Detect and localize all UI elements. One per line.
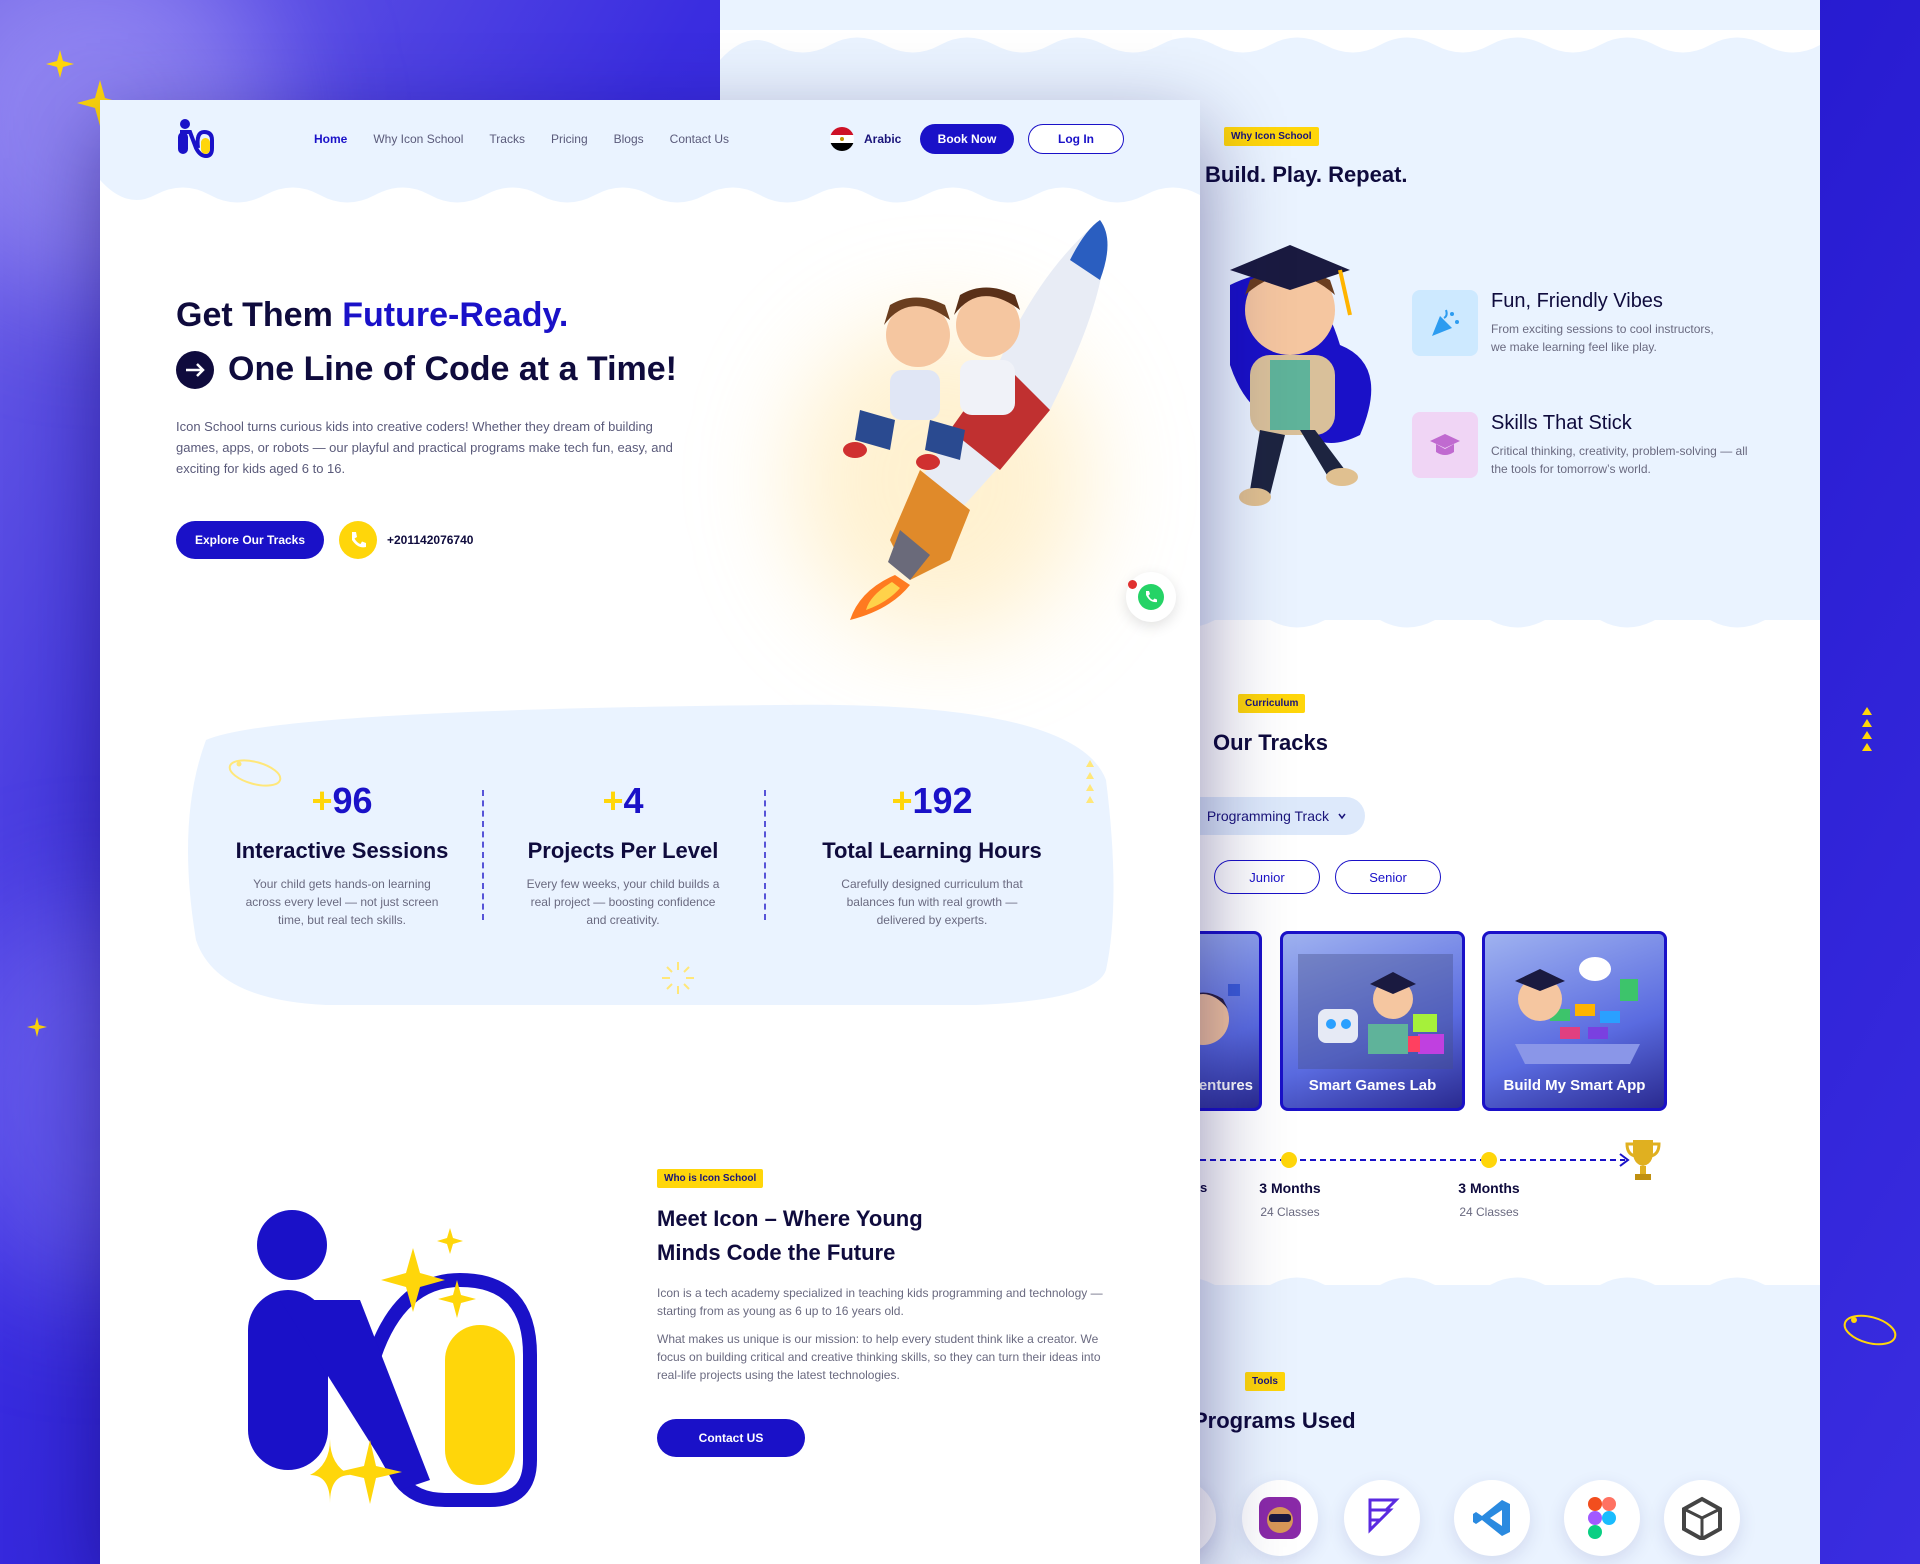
stat-desc: Carefully designed curriculum that balan… [841, 877, 1023, 927]
timeline-classes: 24 Classes [1260, 1205, 1320, 1219]
icon-school-logo[interactable] [176, 118, 214, 158]
login-button[interactable]: Log In [1028, 124, 1124, 154]
explore-tracks-button[interactable]: Explore Our Tracks [176, 521, 324, 559]
stat-value: +192 [812, 780, 1052, 822]
rocket-kids-illustration [843, 220, 1108, 620]
stat-number: 4 [623, 780, 644, 821]
hero-title-highlight: Future-Ready. [342, 296, 569, 334]
timeline-classes: 24 Classes [1459, 1205, 1519, 1219]
trophy-icon [1625, 1140, 1661, 1180]
phone-link[interactable]: +201142076740 [339, 521, 473, 559]
hero-subtitle: One Line of Code at a Time! [228, 350, 677, 388]
timeline-line [1200, 1152, 1630, 1168]
stat-plus: + [311, 780, 333, 821]
language-label: Arabic [864, 132, 902, 146]
pictoblox-icon [1242, 1480, 1318, 1556]
hero-title-line1: Get Them Future-Ready. [176, 296, 568, 335]
phone-number: +201142076740 [387, 533, 474, 547]
feature-title: Skills That Stick [1491, 412, 1632, 434]
feature-desc: Critical thinking, creativity, problem-s… [1491, 444, 1748, 476]
stat-plus: + [891, 780, 913, 821]
sparkle-decoration-icon [27, 1017, 47, 1037]
stat-desc: Every few weeks, your child builds a rea… [526, 877, 720, 927]
arrows-decoration-icon [1086, 760, 1094, 803]
nav-contact-us[interactable]: Contact Us [670, 132, 729, 146]
about-title-line: Minds Code the Future [657, 1240, 896, 1265]
track-card[interactable]: Smart Games Lab [1280, 931, 1465, 1111]
party-popper-icon [1412, 290, 1478, 356]
track-card-label: Smart Games Lab [1308, 1077, 1437, 1094]
tools-tag: Tools [1245, 1372, 1285, 1391]
graduate-kid-illustration [1230, 245, 1372, 506]
main-nav: Home Why Icon School Tracks Pricing Blog… [314, 132, 729, 146]
stat-number: 96 [332, 780, 373, 821]
timeline-partial: s [1200, 1180, 1208, 1195]
track-card[interactable]: Build My Smart App [1482, 931, 1667, 1111]
track-card-label: Build My Smart App [1503, 1077, 1646, 1094]
games-lab-illustration [1298, 954, 1453, 1069]
about-tag: Who is Icon School [657, 1169, 764, 1188]
stat-value: +96 [222, 780, 462, 822]
stat-title: Interactive Sessions [235, 838, 449, 863]
tools-title: Programs Used [1193, 1408, 1356, 1433]
wave-divider [100, 180, 1200, 203]
feature-desc: From exciting sessions to cool instructo… [1491, 322, 1714, 354]
stat-title: Total Learning Hours [822, 838, 1042, 863]
orbit-decoration-icon [1843, 1314, 1897, 1346]
about-title: Meet Icon – Where Young Minds Code the F… [657, 1202, 923, 1270]
smart-app-illustration [1515, 957, 1640, 1064]
why-tag: Why Icon School [1224, 127, 1319, 146]
contact-us-button[interactable]: Contact US [657, 1419, 805, 1457]
vscode-icon [1454, 1480, 1530, 1556]
stat-value: +4 [503, 780, 743, 822]
arrows-decoration-icon [1862, 707, 1872, 751]
stats-divider [764, 790, 766, 920]
nav-tracks[interactable]: Tracks [489, 132, 525, 146]
nav-blogs[interactable]: Blogs [614, 132, 644, 146]
nav-pricing[interactable]: Pricing [551, 132, 588, 146]
language-switch[interactable]: Arabic [830, 127, 901, 151]
hero-title-line2: One Line of Code at a Time! [176, 350, 677, 389]
stat-plus: + [602, 780, 624, 821]
stat-desc: Your child gets hands-on learning across… [245, 877, 439, 927]
about-title-line: Meet Icon – Where Young [657, 1206, 923, 1231]
stat-number: 192 [912, 780, 973, 821]
book-now-button[interactable]: Book Now [920, 124, 1014, 154]
stats-divider [482, 790, 484, 920]
figma-icon [1564, 1480, 1640, 1556]
front-page-preview: Home Why Icon School Tracks Pricing Blog… [100, 100, 1200, 1564]
level-junior-button[interactable]: Junior [1214, 860, 1320, 894]
chevron-down-icon [1338, 813, 1346, 820]
wave-divider [720, 30, 1820, 60]
level-senior-button[interactable]: Senior [1335, 860, 1441, 894]
unity-icon [1664, 1480, 1740, 1556]
tracks-title: Our Tracks [1213, 730, 1328, 755]
framer-icon [1344, 1480, 1420, 1556]
hero-title-text: Get Them [176, 296, 343, 334]
phone-icon [339, 521, 377, 559]
curriculum-tag: Curriculum [1238, 694, 1306, 713]
stat-title: Projects Per Level [527, 838, 719, 863]
graduation-cap-icon [1412, 412, 1478, 478]
timeline-duration: 3 Months [1458, 1180, 1520, 1196]
whatsapp-icon [1138, 584, 1164, 610]
icon-school-big-logo [248, 1210, 537, 1507]
track-dropdown-label: Programming Track [1206, 808, 1329, 824]
about-paragraph: What makes us unique is our mission: to … [657, 1332, 1101, 1382]
nav-why-icon-school[interactable]: Why Icon School [373, 132, 463, 146]
notification-dot [1128, 580, 1137, 589]
egypt-flag-icon [830, 127, 854, 151]
timeline-duration: 3 Months [1259, 1180, 1321, 1196]
feature-title: Fun, Friendly Vibes [1491, 290, 1663, 312]
arrow-right-icon [176, 350, 214, 389]
why-title: Build. Play. Repeat. [1205, 162, 1408, 187]
hero-description: Icon School turns curious kids into crea… [176, 419, 673, 476]
sparkle-decoration-icon [662, 962, 694, 994]
about-paragraph: Icon is a tech academy specialized in te… [657, 1286, 1103, 1318]
nav-home[interactable]: Home [314, 132, 347, 146]
